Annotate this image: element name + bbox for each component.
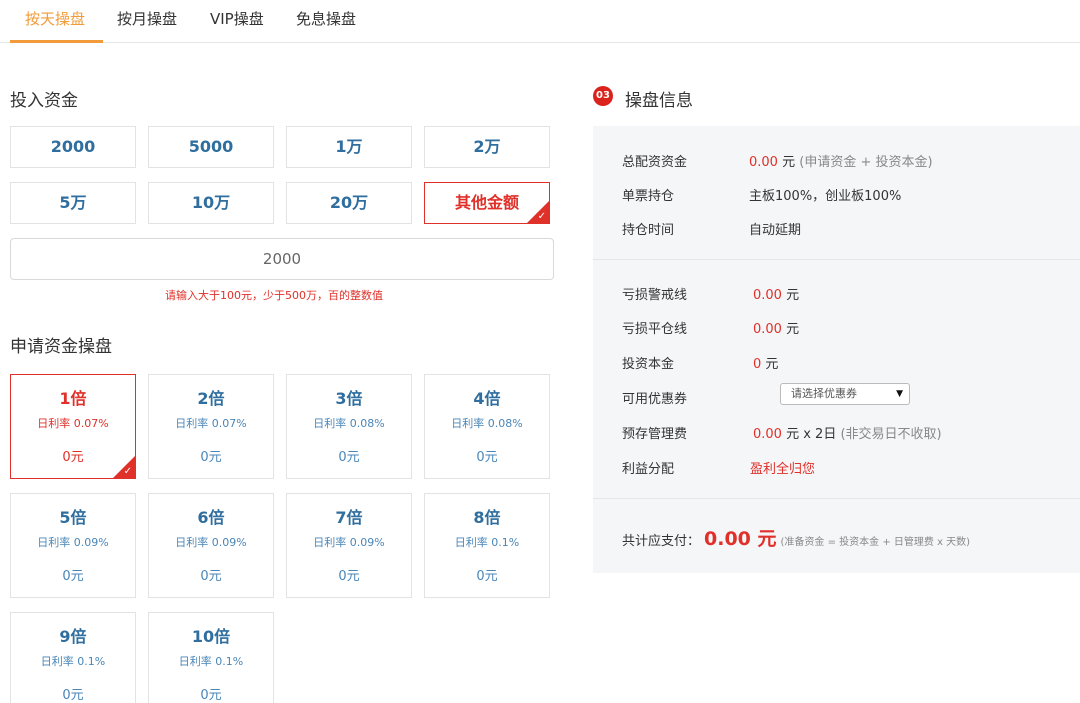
mgmt-fee-value: 0.00 元 x 2日 (非交易日不收取) bbox=[753, 427, 942, 442]
tab-bar: 按天操盘 按月操盘 VIP操盘 免息操盘 bbox=[0, 0, 1080, 43]
leverage-multiple: 8倍 bbox=[473, 508, 501, 527]
leverage-multiple: 1倍 bbox=[59, 389, 87, 408]
leverage-multiple: 3倍 bbox=[335, 389, 363, 408]
leverage-cost: 0元 bbox=[476, 450, 498, 465]
leverage-rate: 日利率 0.07% bbox=[175, 417, 247, 430]
leverage-multiple: 6倍 bbox=[197, 508, 225, 527]
amount-option-20k[interactable]: 2万 bbox=[424, 126, 550, 168]
amount-option-5000[interactable]: 5000 bbox=[148, 126, 274, 168]
invest-section-title: 投入资金 bbox=[10, 91, 78, 111]
leverage-rate: 日利率 0.07% bbox=[37, 417, 109, 430]
leverage-multiple: 4倍 bbox=[473, 389, 501, 408]
single-position-value: 主板100%，创业板100% bbox=[749, 189, 902, 204]
amount-option-other[interactable]: 其他金额 ✓ bbox=[424, 182, 550, 224]
total-note: (准备资金 = 投资本金 + 日管理费 x 天数) bbox=[780, 537, 971, 548]
leverage-option-7x[interactable]: 7倍 日利率 0.09% 0元 bbox=[286, 493, 412, 598]
leverage-option-3x[interactable]: 3倍 日利率 0.08% 0元 bbox=[286, 374, 412, 479]
leverage-multiple: 5倍 bbox=[59, 508, 87, 527]
tab-vip[interactable]: VIP操盘 bbox=[210, 8, 264, 29]
total-funds-label: 总配资资金 bbox=[622, 155, 688, 170]
mgmt-fee-label: 预存管理费 bbox=[622, 427, 688, 442]
leverage-rate: 日利率 0.1% bbox=[178, 655, 244, 668]
amount-option-100k[interactable]: 10万 bbox=[148, 182, 274, 224]
leverage-rate: 日利率 0.09% bbox=[313, 536, 385, 549]
dropdown-arrow-icon: ▼ bbox=[896, 389, 903, 399]
leverage-multiple: 7倍 bbox=[335, 508, 363, 527]
leverage-cost: 0元 bbox=[476, 569, 498, 584]
leverage-section-title: 申请资金操盘 bbox=[10, 337, 112, 357]
leverage-cost: 0元 bbox=[200, 688, 222, 703]
hold-time-label: 持仓时间 bbox=[622, 223, 675, 238]
leverage-cost: 0元 bbox=[200, 450, 222, 465]
profit-label: 利益分配 bbox=[622, 462, 675, 477]
amount-hint: 请输入大于100元，少于500万，百的整数值 bbox=[165, 289, 383, 302]
leverage-option-8x[interactable]: 8倍 日利率 0.1% 0元 bbox=[424, 493, 550, 598]
amount-input[interactable] bbox=[10, 238, 554, 280]
divider bbox=[593, 259, 1080, 260]
leverage-rate: 日利率 0.08% bbox=[313, 417, 385, 430]
leverage-rate: 日利率 0.08% bbox=[451, 417, 523, 430]
principal-value: 0 元 bbox=[753, 357, 779, 372]
leverage-option-2x[interactable]: 2倍 日利率 0.07% 0元 bbox=[148, 374, 274, 479]
leverage-rate: 日利率 0.09% bbox=[175, 536, 247, 549]
leverage-cost: 0元 bbox=[62, 688, 84, 703]
leverage-cost: 0元 bbox=[338, 450, 360, 465]
tab-monthly[interactable]: 按月操盘 bbox=[117, 8, 177, 29]
leverage-option-5x[interactable]: 5倍 日利率 0.09% 0元 bbox=[10, 493, 136, 598]
amount-option-other-label: 其他金额 bbox=[454, 193, 519, 212]
active-tab-indicator bbox=[10, 40, 103, 43]
coupon-select-placeholder: 请选择优惠券 bbox=[791, 387, 857, 400]
amount-option-2000[interactable]: 2000 bbox=[10, 126, 136, 168]
info-section-title: 操盘信息 bbox=[625, 91, 693, 111]
close-line-value: 0.00 元 bbox=[753, 322, 800, 337]
leverage-option-4x[interactable]: 4倍 日利率 0.08% 0元 bbox=[424, 374, 550, 479]
leverage-cost: 0元 bbox=[200, 569, 222, 584]
warning-line-label: 亏损警戒线 bbox=[622, 288, 688, 303]
leverage-multiple: 9倍 bbox=[59, 627, 87, 646]
leverage-option-1x[interactable]: 1倍 日利率 0.07% 0元 ✓ bbox=[10, 374, 136, 479]
leverage-multiple: 10倍 bbox=[191, 627, 231, 646]
principal-label: 投资本金 bbox=[622, 357, 675, 372]
amount-option-50k[interactable]: 5万 bbox=[10, 182, 136, 224]
close-line-label: 亏损平仓线 bbox=[622, 322, 688, 337]
leverage-option-6x[interactable]: 6倍 日利率 0.09% 0元 bbox=[148, 493, 274, 598]
leverage-rate: 日利率 0.09% bbox=[37, 536, 109, 549]
check-icon: ✓ bbox=[123, 466, 132, 477]
total-value: 0.00 元 bbox=[704, 528, 777, 550]
hold-time-value: 自动延期 bbox=[749, 223, 802, 238]
total-funds-value: 0.00 元 (申请资金 + 投资本金) bbox=[749, 155, 933, 170]
amount-option-200k[interactable]: 20万 bbox=[286, 182, 412, 224]
leverage-option-10x[interactable]: 10倍 日利率 0.1% 0元 bbox=[148, 612, 274, 703]
leverage-rate: 日利率 0.1% bbox=[454, 536, 520, 549]
tab-interest-free[interactable]: 免息操盘 bbox=[296, 8, 356, 29]
leverage-rate: 日利率 0.1% bbox=[40, 655, 106, 668]
leverage-multiple: 2倍 bbox=[197, 389, 225, 408]
amount-option-10k[interactable]: 1万 bbox=[286, 126, 412, 168]
leverage-option-9x[interactable]: 9倍 日利率 0.1% 0元 bbox=[10, 612, 136, 703]
coupon-select[interactable]: 请选择优惠券 ▼ bbox=[780, 383, 910, 405]
leverage-cost: 0元 bbox=[338, 569, 360, 584]
total-row: 共计应支付： 0.00 元 (准备资金 = 投资本金 + 日管理费 x 天数) bbox=[622, 524, 970, 551]
profit-value: 盈利全归您 bbox=[750, 462, 816, 477]
warning-line-value: 0.00 元 bbox=[753, 288, 800, 303]
check-icon: ✓ bbox=[537, 211, 546, 222]
tab-daily[interactable]: 按天操盘 bbox=[25, 8, 85, 29]
info-panel: 总配资资金 0.00 元 (申请资金 + 投资本金) 单票持仓 主板100%，创… bbox=[593, 126, 1080, 573]
coupon-label: 可用优惠券 bbox=[622, 392, 688, 407]
single-position-label: 单票持仓 bbox=[622, 189, 675, 204]
leverage-cost: 0元 bbox=[62, 569, 84, 584]
divider bbox=[593, 498, 1080, 499]
total-label: 共计应支付： bbox=[622, 534, 701, 549]
step-badge: 03 bbox=[593, 86, 613, 106]
